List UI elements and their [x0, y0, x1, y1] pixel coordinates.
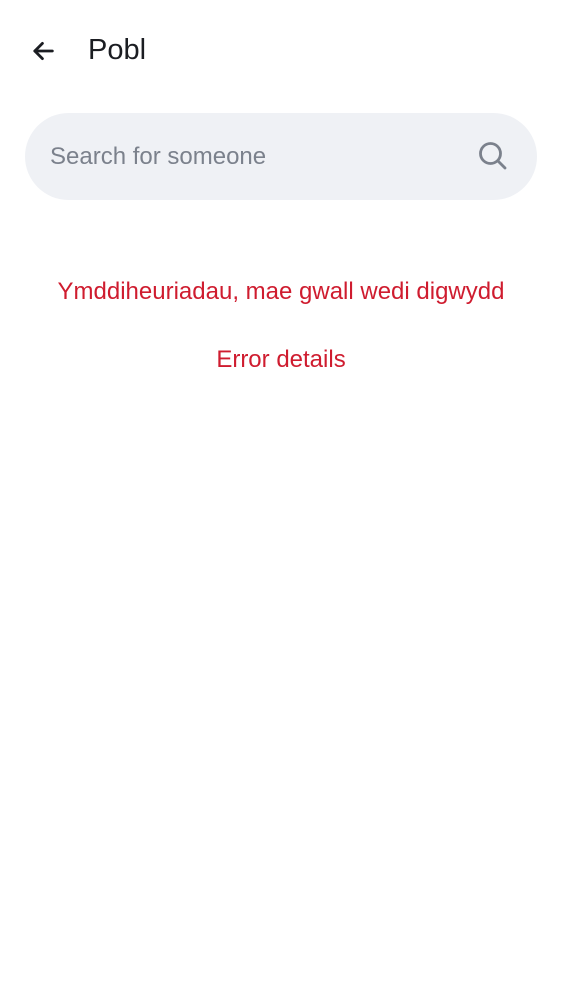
- app-bar: Pobl: [0, 0, 562, 100]
- error-details-link[interactable]: Error details: [190, 340, 372, 380]
- arrow-left-icon: [29, 37, 57, 65]
- search-icon[interactable]: [475, 138, 511, 174]
- page-title: Pobl: [88, 34, 147, 66]
- error-message: Ymddiheuriadau, mae gwall wedi digwydd: [57, 278, 505, 305]
- search-input[interactable]: [50, 113, 460, 200]
- search-bar[interactable]: [25, 113, 537, 200]
- back-button[interactable]: [22, 30, 64, 72]
